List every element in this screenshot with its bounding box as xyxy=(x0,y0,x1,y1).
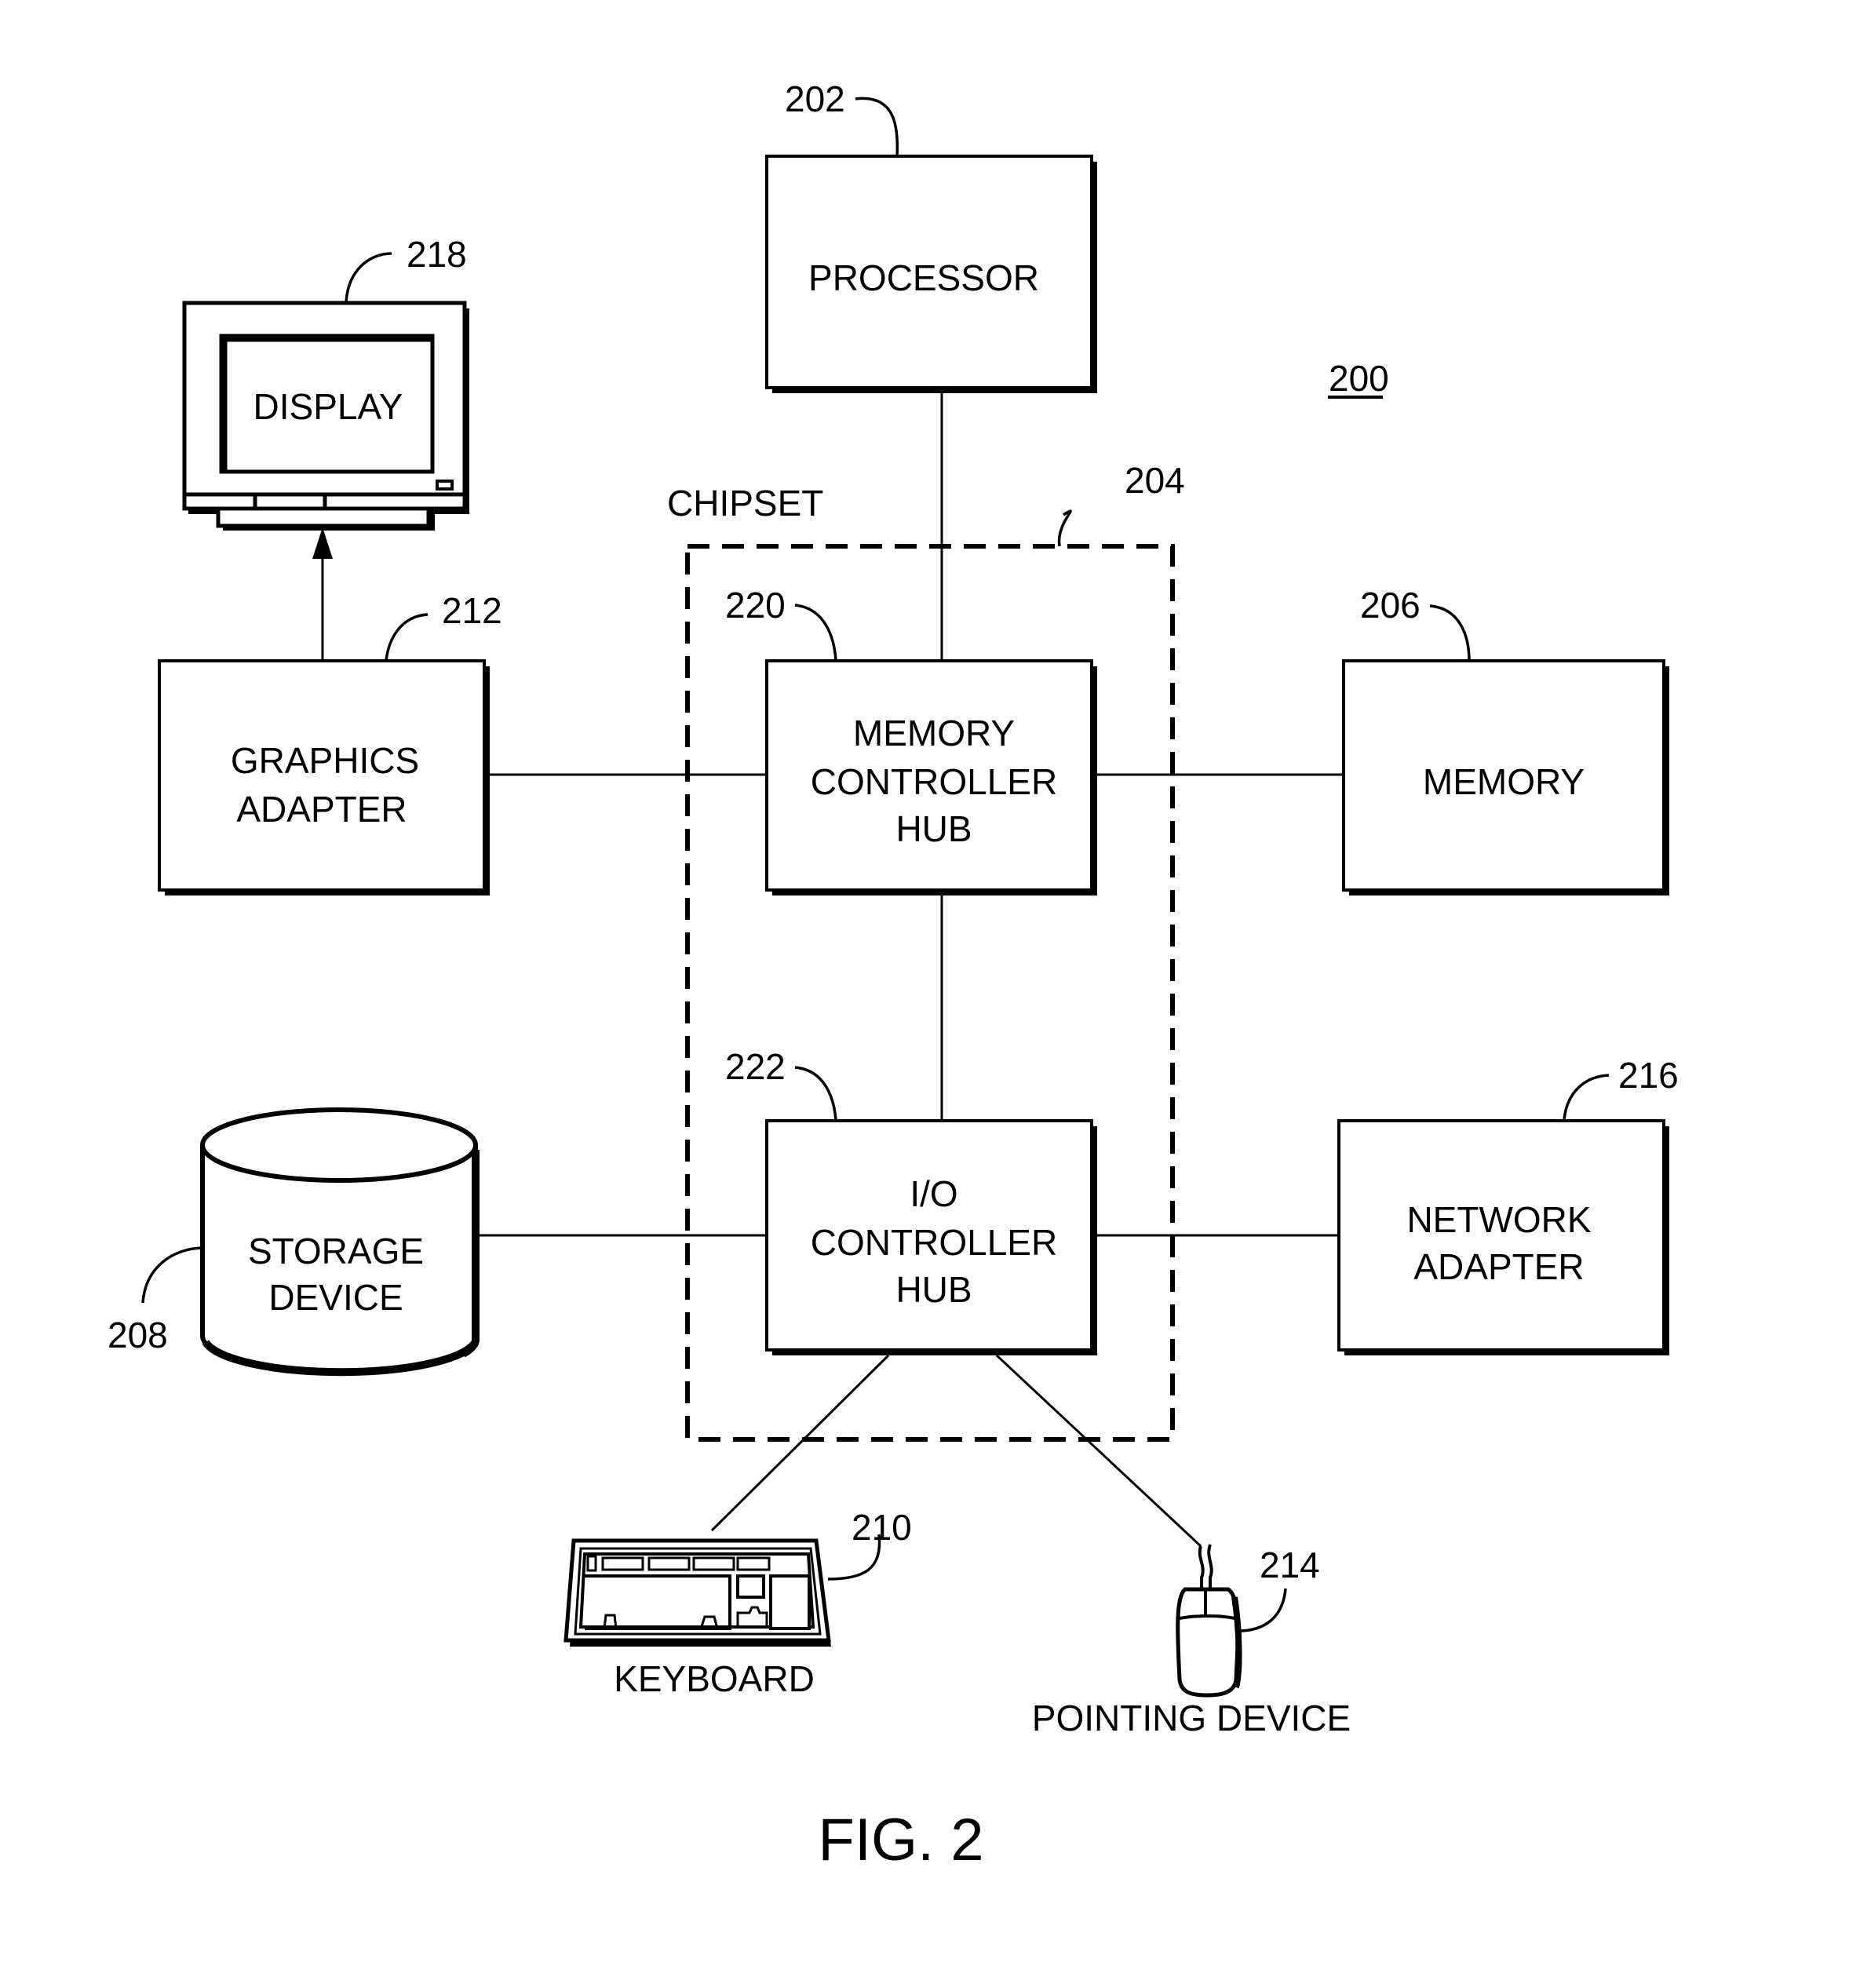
network-adapter-block: NETWORK ADAPTER 216 xyxy=(1337,1055,1679,1355)
network-adapter-label-line-2: ADAPTER xyxy=(1413,1246,1584,1287)
graphics-adapter-block: GRAPHICS ADAPTER 212 xyxy=(158,590,502,896)
ich-label-line-2: CONTROLLER xyxy=(811,1222,1057,1263)
display-label: DISPLAY xyxy=(253,386,403,427)
mch-label-line-1: MEMORY xyxy=(853,713,1015,753)
keyboard-icon xyxy=(563,1538,831,1647)
mch-label-line-2: CONTROLLER xyxy=(811,761,1057,802)
pointing-device-label: POINTING DEVICE xyxy=(1032,1698,1351,1738)
storage-device-label-line-2: DEVICE xyxy=(268,1277,403,1318)
network-adapter-ref-leader xyxy=(1563,1074,1610,1122)
figure-label: FIG. 2 xyxy=(818,1807,983,1873)
ich-ref: 222 xyxy=(725,1046,786,1087)
graphics-adapter-label-line-2: ADAPTER xyxy=(236,789,407,830)
processor-label: PROCESSOR xyxy=(808,257,1039,298)
keyboard-label: KEYBOARD xyxy=(614,1658,815,1699)
storage-device-ref-leader xyxy=(141,1246,205,1304)
display-ref-leader xyxy=(345,252,392,304)
memory-label: MEMORY xyxy=(1423,761,1585,802)
memory-block: MEMORY 206 xyxy=(1342,585,1669,896)
memory-ref: 206 xyxy=(1360,585,1421,626)
processor-ref-leader xyxy=(855,97,899,157)
connections xyxy=(312,390,1344,1548)
memory-ref-leader xyxy=(1429,604,1471,662)
storage-device-label-line-1: STORAGE xyxy=(248,1231,424,1271)
ich-ref-leader xyxy=(794,1066,837,1122)
ich-label-line-1: I/O xyxy=(910,1173,957,1214)
chipset-ref: 204 xyxy=(1125,460,1185,501)
pointing-device-block: POINTING DEVICE 214 xyxy=(1032,1544,1351,1738)
storage-device-block: STORAGE DEVICE 208 xyxy=(108,1107,480,1377)
memory-controller-hub-block: MEMORY CONTROLLER HUB 220 xyxy=(725,585,1097,896)
network-adapter-label-line-1: NETWORK xyxy=(1406,1199,1591,1240)
ich-to-keyboard-line xyxy=(710,1354,890,1532)
graphics-adapter-ref-leader xyxy=(385,613,429,662)
ich-label-line-3: HUB xyxy=(895,1269,972,1310)
graphics-adapter-ref: 212 xyxy=(442,590,502,631)
pointing-device-ref-leader xyxy=(1238,1588,1287,1632)
chipset-label: CHIPSET xyxy=(667,483,823,523)
chipset-ref-leader xyxy=(1057,509,1072,547)
mouse-icon xyxy=(1176,1544,1242,1698)
mch-ref: 220 xyxy=(725,585,786,626)
processor-ref: 202 xyxy=(785,78,845,119)
arrowhead-icon xyxy=(312,527,333,559)
display-ref: 218 xyxy=(407,234,467,275)
keyboard-ref: 210 xyxy=(852,1507,912,1548)
mch-label-line-3: HUB xyxy=(895,808,972,849)
display-block: DISPLAY 218 xyxy=(182,234,469,531)
storage-device-ref: 208 xyxy=(108,1315,168,1355)
system-ref-group: 200 xyxy=(1328,358,1389,399)
keyboard-block: KEYBOARD 210 xyxy=(563,1507,912,1699)
pointing-device-ref: 214 xyxy=(1260,1545,1320,1585)
network-adapter-ref: 216 xyxy=(1618,1055,1679,1096)
mch-ref-leader xyxy=(794,604,837,662)
processor-block: PROCESSOR 202 xyxy=(765,78,1097,393)
graphics-adapter-label-line-1: GRAPHICS xyxy=(231,740,419,781)
computer-architecture-diagram: CHIPSET 204 PROCESSOR 202 MEMORY CONTROL… xyxy=(108,78,1679,1873)
io-controller-hub-block: I/O CONTROLLER HUB 222 xyxy=(725,1046,1097,1355)
system-ref: 200 xyxy=(1329,358,1389,399)
